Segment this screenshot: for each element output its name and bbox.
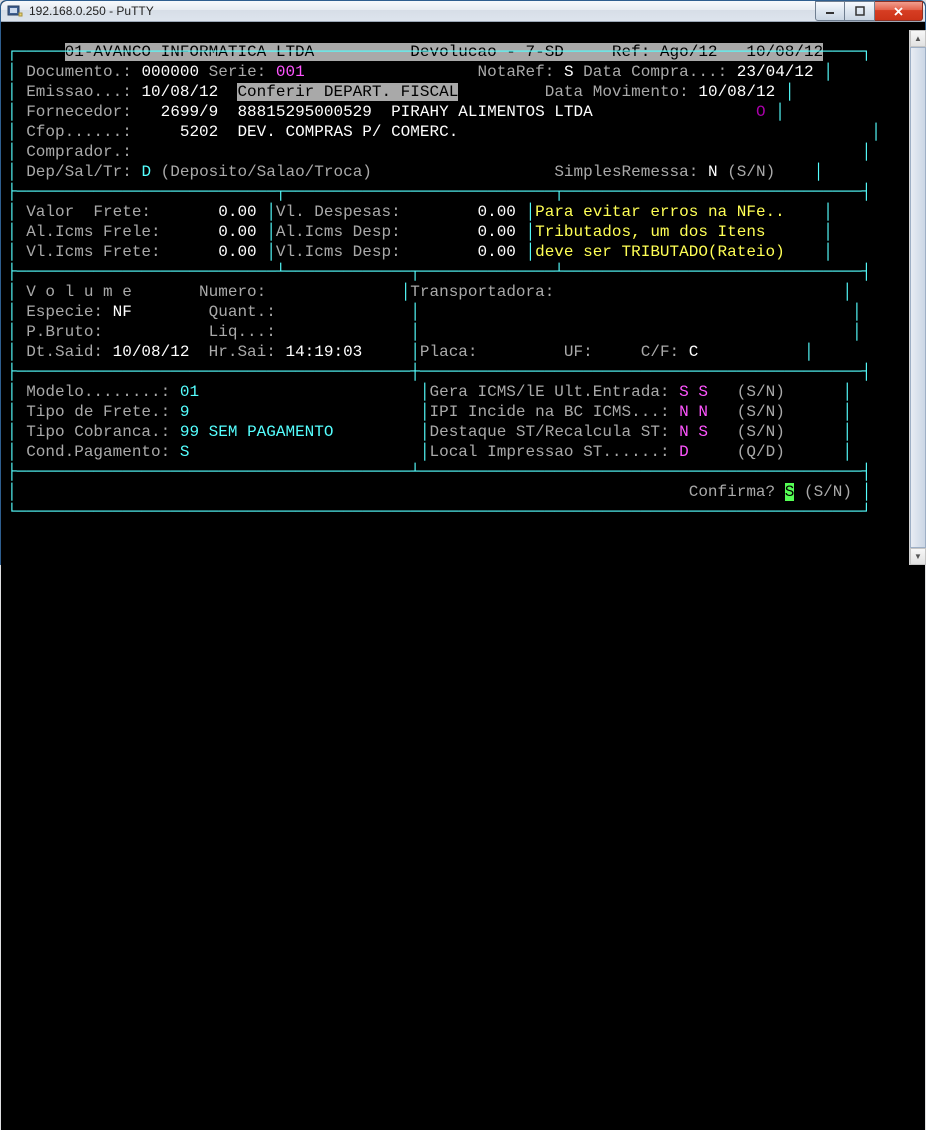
close-button[interactable] bbox=[875, 1, 923, 21]
box-border: └───────────────────────────────────────… bbox=[7, 502, 905, 522]
volume-line: │ V o l u m e Numero: │Transportadora: │ bbox=[7, 282, 905, 302]
confirma-line[interactable]: │ Confirma? S (S/N) │ bbox=[7, 482, 905, 502]
cfop-line: │ Cfop......: 5202 DEV. COMPRAS P/ COMER… bbox=[7, 122, 905, 142]
box-border: ├───────────────────────────────────────… bbox=[7, 462, 905, 482]
cond-pag-line: │ Cond.Pagamento: S │Local Impressao ST.… bbox=[7, 442, 905, 462]
minimize-button[interactable] bbox=[815, 1, 845, 21]
scroll-track[interactable] bbox=[910, 47, 926, 548]
documento-line: │ Documento.: 000000 Serie: 001 NotaRef:… bbox=[7, 62, 905, 82]
window-controls bbox=[815, 1, 923, 21]
dtsaid-line: │ Dt.Said: 10/08/12 Hr.Sai: 14:19:03 │Pl… bbox=[7, 342, 905, 362]
comprador-line: │ Comprador.: │ bbox=[7, 142, 905, 162]
modelo-line: │ Modelo........: 01 │Gera ICMS/lE Ult.E… bbox=[7, 382, 905, 402]
window-title: 192.168.0.250 - PuTTY bbox=[29, 4, 154, 18]
box-border: ├───────────────────────────────────────… bbox=[7, 362, 905, 382]
valor-frete-line: │ Valor Frete: 0.00 │Vl. Despesas: 0.00 … bbox=[7, 202, 905, 222]
fornecedor-line: │ Fornecedor: 2699/9 88815295000529 PIRA… bbox=[7, 102, 905, 122]
scroll-up-button[interactable]: ▲ bbox=[910, 30, 926, 47]
scrollbar[interactable]: ▲ ▼ bbox=[909, 30, 926, 565]
scroll-thumb[interactable] bbox=[910, 47, 926, 548]
scroll-down-button[interactable]: ▼ bbox=[910, 548, 926, 565]
tipo-frete-line: │ Tipo de Frete.: 9 │IPI Incide na BC IC… bbox=[7, 402, 905, 422]
emissao-line: │ Emissao...: 10/08/12 Conferir DEPART. … bbox=[7, 82, 905, 102]
tipo-cobr-line: │ Tipo Cobranca.: 99 SEM PAGAMENTO │Dest… bbox=[7, 422, 905, 442]
box-border: ┌───────────────────────────────────────… bbox=[7, 42, 905, 62]
pbruto-line: │ P.Bruto: Liq...: │ │ bbox=[7, 322, 905, 342]
box-border: ├───────────────────────────┴───────────… bbox=[7, 262, 905, 282]
maximize-button[interactable] bbox=[845, 1, 875, 21]
vl-icms-line: │ Vl.Icms Frete: 0.00 │Vl.Icms Desp: 0.0… bbox=[7, 242, 905, 262]
app-window: 192.168.0.250 - PuTTY 01-AVANCO INFORMAT… bbox=[0, 0, 926, 565]
box-border: ├───────────────────────────┬───────────… bbox=[7, 182, 905, 202]
depsal-line: │ Dep/Sal/Tr: D (Deposito/Salao/Troca) S… bbox=[7, 162, 905, 182]
terminal[interactable]: 01-AVANCO INFORMATICA LTDA Devolucao - 7… bbox=[1, 22, 925, 1130]
al-icms-line: │ Al.Icms Frele: 0.00 │Al.Icms Desp: 0.0… bbox=[7, 222, 905, 242]
titlebar[interactable]: 192.168.0.250 - PuTTY bbox=[1, 1, 925, 22]
putty-icon bbox=[7, 3, 23, 19]
especie-line: │ Especie: NF Quant.: │ │ bbox=[7, 302, 905, 322]
